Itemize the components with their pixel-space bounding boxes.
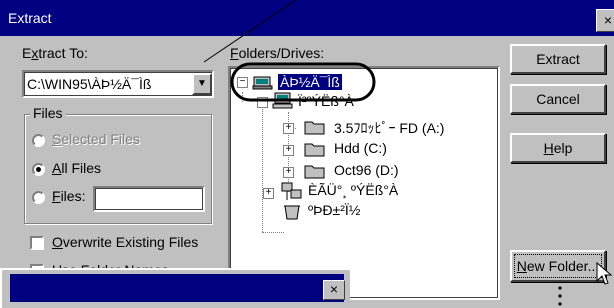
tree-drive-c-label[interactable]: Hdd (C:) bbox=[334, 140, 387, 156]
tree-expand-network[interactable]: + bbox=[263, 188, 274, 199]
extract-to-combobox[interactable]: C:\WIN95\ÀÞ½Ä¯Ìß ▼ bbox=[22, 70, 214, 98]
extract-to-dropdown-button[interactable]: ▼ bbox=[192, 73, 212, 95]
folder-icon bbox=[304, 121, 325, 135]
secondary-dialog: × bbox=[0, 268, 350, 308]
files-label: Files: bbox=[52, 188, 86, 204]
overwrite-label[interactable]: Overwrite Existing Files bbox=[52, 234, 198, 250]
selected-files-radio[interactable] bbox=[32, 134, 45, 147]
close-button[interactable]: × bbox=[596, 9, 614, 32]
tree-expand-drive-a[interactable]: + bbox=[283, 123, 294, 134]
secondary-close-button[interactable]: × bbox=[323, 280, 345, 300]
tree-expand-drive-c[interactable]: + bbox=[283, 145, 294, 156]
files-radio[interactable] bbox=[32, 191, 45, 204]
help-button[interactable]: Help bbox=[510, 133, 606, 163]
selected-files-label: Selected Files bbox=[52, 131, 140, 147]
new-folder-button[interactable]: New Folder... bbox=[510, 250, 606, 282]
extract-to-value[interactable]: C:\WIN95\ÀÞ½Ä¯Ìß bbox=[27, 76, 151, 92]
tree-drive-d-label[interactable]: Oct96 (D:) bbox=[334, 162, 399, 178]
close-icon: × bbox=[329, 281, 339, 297]
folder-icon bbox=[304, 165, 325, 179]
annotation-pointer bbox=[203, 0, 297, 63]
files-pattern-input[interactable] bbox=[93, 186, 205, 212]
secondary-title-bar: × bbox=[10, 274, 345, 302]
close-icon: × bbox=[603, 12, 613, 28]
files-group-title: Files bbox=[30, 105, 66, 121]
extract-to-label: Extract To: bbox=[22, 45, 88, 61]
chevron-down-icon: ▼ bbox=[197, 78, 207, 89]
annotation-dots bbox=[558, 286, 562, 306]
extract-button[interactable]: Extract bbox=[510, 44, 606, 74]
recycle-bin-icon bbox=[284, 205, 300, 220]
cancel-button[interactable]: Cancel bbox=[510, 84, 606, 114]
annotation-oval bbox=[230, 62, 376, 102]
window-title: Extract bbox=[8, 10, 52, 26]
all-files-radio[interactable] bbox=[32, 163, 45, 176]
tree-network-label[interactable]: ÈÃÜ°¸ ºÝËß­°À bbox=[308, 182, 398, 198]
all-files-label[interactable]: All Files bbox=[52, 160, 101, 176]
tree-expand-drive-d[interactable]: + bbox=[283, 167, 294, 178]
mouse-cursor-icon bbox=[596, 262, 613, 285]
tree-recycle-label[interactable]: ºÞÐ±²Ï½ bbox=[308, 202, 360, 218]
tree-drive-a-label[interactable]: 3.5ﾌﾛｯﾋﾟｰ FD (A:) bbox=[334, 118, 444, 138]
network-icon bbox=[281, 182, 302, 200]
folder-icon bbox=[304, 143, 325, 157]
overwrite-checkbox[interactable] bbox=[30, 236, 44, 250]
